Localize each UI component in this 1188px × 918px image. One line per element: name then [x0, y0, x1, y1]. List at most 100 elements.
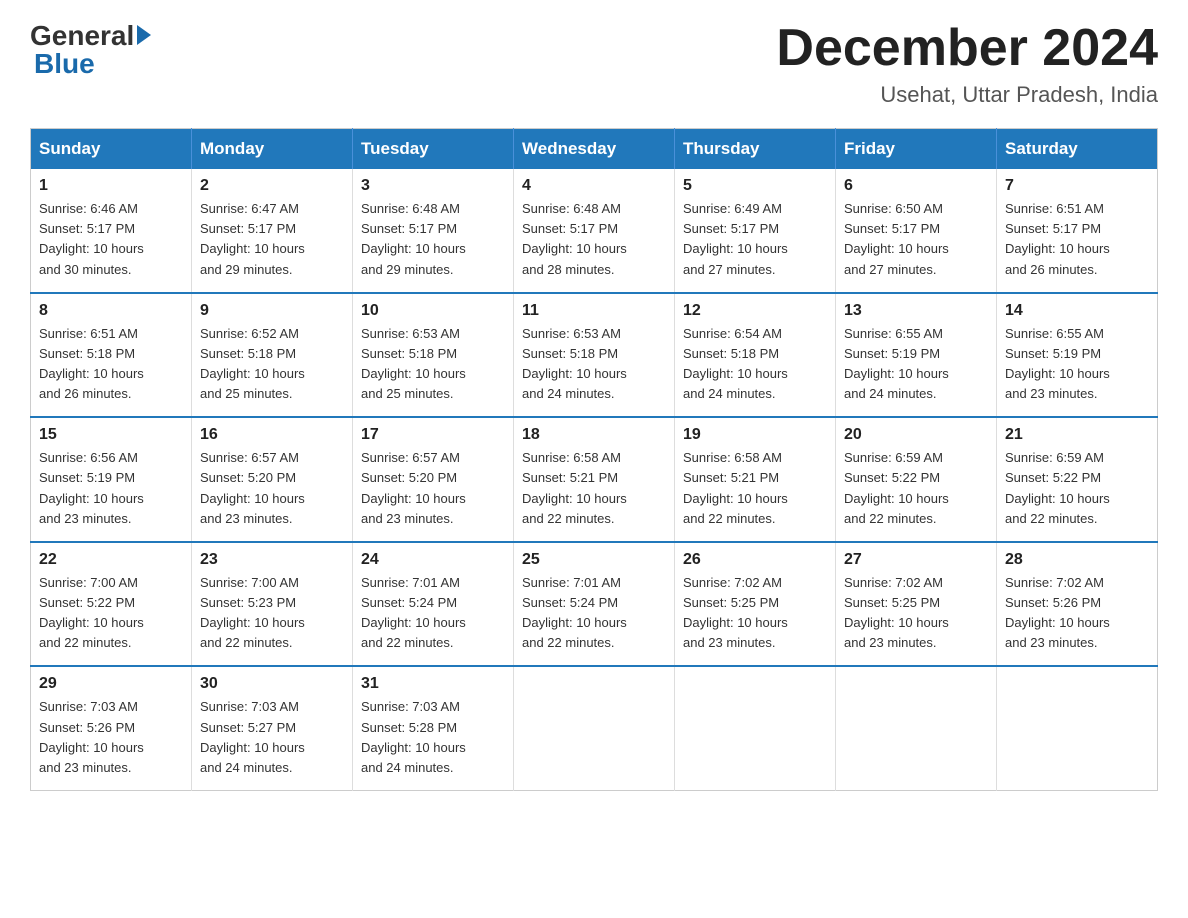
day-number: 30: [200, 675, 344, 693]
day-info: Sunrise: 6:49 AM Sunset: 5:17 PM Dayligh…: [683, 199, 827, 280]
day-info: Sunrise: 7:01 AM Sunset: 5:24 PM Dayligh…: [361, 573, 505, 654]
weekday-header-sunday: Sunday: [31, 129, 192, 170]
day-info: Sunrise: 7:02 AM Sunset: 5:26 PM Dayligh…: [1005, 573, 1149, 654]
day-info: Sunrise: 6:58 AM Sunset: 5:21 PM Dayligh…: [522, 448, 666, 529]
day-info: Sunrise: 6:59 AM Sunset: 5:22 PM Dayligh…: [1005, 448, 1149, 529]
weekday-header-saturday: Saturday: [997, 129, 1158, 170]
day-number: 18: [522, 426, 666, 444]
calendar-cell: 24 Sunrise: 7:01 AM Sunset: 5:24 PM Dayli…: [353, 542, 514, 667]
calendar-cell: 8 Sunrise: 6:51 AM Sunset: 5:18 PM Daylig…: [31, 293, 192, 418]
day-number: 17: [361, 426, 505, 444]
day-number: 26: [683, 551, 827, 569]
calendar-cell: 4 Sunrise: 6:48 AM Sunset: 5:17 PM Daylig…: [514, 169, 675, 293]
calendar-cell: 26 Sunrise: 7:02 AM Sunset: 5:25 PM Dayli…: [675, 542, 836, 667]
day-number: 31: [361, 675, 505, 693]
day-info: Sunrise: 7:02 AM Sunset: 5:25 PM Dayligh…: [844, 573, 988, 654]
day-number: 23: [200, 551, 344, 569]
day-number: 28: [1005, 551, 1149, 569]
day-number: 1: [39, 177, 183, 195]
day-info: Sunrise: 6:54 AM Sunset: 5:18 PM Dayligh…: [683, 324, 827, 405]
day-number: 29: [39, 675, 183, 693]
calendar-cell: 13Sunrise: 6:55 AM Sunset: 5:19 PM Dayli…: [836, 293, 997, 418]
calendar-cell: [836, 666, 997, 790]
calendar-table: SundayMondayTuesdayWednesdayThursdayFrid…: [30, 128, 1158, 791]
weekday-header-friday: Friday: [836, 129, 997, 170]
day-info: Sunrise: 6:53 AM Sunset: 5:18 PM Dayligh…: [522, 324, 666, 405]
calendar-cell: 6 Sunrise: 6:50 AM Sunset: 5:17 PM Daylig…: [836, 169, 997, 293]
calendar-cell: 14Sunrise: 6:55 AM Sunset: 5:19 PM Dayli…: [997, 293, 1158, 418]
calendar-cell: 23 Sunrise: 7:00 AM Sunset: 5:23 PM Dayli…: [192, 542, 353, 667]
calendar-cell: 9Sunrise: 6:52 AM Sunset: 5:18 PM Daylig…: [192, 293, 353, 418]
calendar-cell: 30 Sunrise: 7:03 AM Sunset: 5:27 PM Dayli…: [192, 666, 353, 790]
logo-arrow-icon: [137, 25, 151, 45]
day-number: 11: [522, 302, 666, 320]
day-number: 7: [1005, 177, 1149, 195]
weekday-header-tuesday: Tuesday: [353, 129, 514, 170]
day-number: 15: [39, 426, 183, 444]
day-info: Sunrise: 6:55 AM Sunset: 5:19 PM Dayligh…: [844, 324, 988, 405]
day-number: 4: [522, 177, 666, 195]
calendar-week-row: 22 Sunrise: 7:00 AM Sunset: 5:22 PM Dayli…: [31, 542, 1158, 667]
day-number: 19: [683, 426, 827, 444]
day-number: 16: [200, 426, 344, 444]
logo-blue-text: Blue: [34, 48, 151, 80]
calendar-cell: 3 Sunrise: 6:48 AM Sunset: 5:17 PM Daylig…: [353, 169, 514, 293]
day-number: 10: [361, 302, 505, 320]
calendar-cell: 20Sunrise: 6:59 AM Sunset: 5:22 PM Dayli…: [836, 417, 997, 542]
weekday-header-thursday: Thursday: [675, 129, 836, 170]
day-number: 8: [39, 302, 183, 320]
day-info: Sunrise: 6:52 AM Sunset: 5:18 PM Dayligh…: [200, 324, 344, 405]
title-section: December 2024 Usehat, Uttar Pradesh, Ind…: [776, 20, 1158, 108]
calendar-week-row: 8 Sunrise: 6:51 AM Sunset: 5:18 PM Daylig…: [31, 293, 1158, 418]
day-info: Sunrise: 6:47 AM Sunset: 5:17 PM Dayligh…: [200, 199, 344, 280]
day-number: 24: [361, 551, 505, 569]
logo: General Blue: [30, 20, 151, 80]
day-number: 21: [1005, 426, 1149, 444]
day-info: Sunrise: 6:50 AM Sunset: 5:17 PM Dayligh…: [844, 199, 988, 280]
day-number: 3: [361, 177, 505, 195]
calendar-cell: [514, 666, 675, 790]
page-header: General Blue December 2024 Usehat, Uttar…: [30, 20, 1158, 108]
day-info: Sunrise: 7:03 AM Sunset: 5:26 PM Dayligh…: [39, 697, 183, 778]
day-info: Sunrise: 6:55 AM Sunset: 5:19 PM Dayligh…: [1005, 324, 1149, 405]
weekday-header-wednesday: Wednesday: [514, 129, 675, 170]
location-subtitle: Usehat, Uttar Pradesh, India: [776, 82, 1158, 108]
calendar-cell: 21 Sunrise: 6:59 AM Sunset: 5:22 PM Dayli…: [997, 417, 1158, 542]
day-number: 6: [844, 177, 988, 195]
day-info: Sunrise: 7:00 AM Sunset: 5:22 PM Dayligh…: [39, 573, 183, 654]
calendar-cell: 27Sunrise: 7:02 AM Sunset: 5:25 PM Dayli…: [836, 542, 997, 667]
day-info: Sunrise: 7:03 AM Sunset: 5:27 PM Dayligh…: [200, 697, 344, 778]
day-info: Sunrise: 6:51 AM Sunset: 5:18 PM Dayligh…: [39, 324, 183, 405]
calendar-cell: 2Sunrise: 6:47 AM Sunset: 5:17 PM Daylig…: [192, 169, 353, 293]
month-year-title: December 2024: [776, 20, 1158, 77]
day-info: Sunrise: 6:53 AM Sunset: 5:18 PM Dayligh…: [361, 324, 505, 405]
calendar-cell: 29 Sunrise: 7:03 AM Sunset: 5:26 PM Dayli…: [31, 666, 192, 790]
calendar-week-row: 1 Sunrise: 6:46 AM Sunset: 5:17 PM Daylig…: [31, 169, 1158, 293]
day-info: Sunrise: 6:48 AM Sunset: 5:17 PM Dayligh…: [522, 199, 666, 280]
day-info: Sunrise: 6:48 AM Sunset: 5:17 PM Dayligh…: [361, 199, 505, 280]
day-info: Sunrise: 6:56 AM Sunset: 5:19 PM Dayligh…: [39, 448, 183, 529]
calendar-cell: 12 Sunrise: 6:54 AM Sunset: 5:18 PM Dayli…: [675, 293, 836, 418]
calendar-cell: 7 Sunrise: 6:51 AM Sunset: 5:17 PM Daylig…: [997, 169, 1158, 293]
calendar-cell: 18 Sunrise: 6:58 AM Sunset: 5:21 PM Dayli…: [514, 417, 675, 542]
calendar-week-row: 15 Sunrise: 6:56 AM Sunset: 5:19 PM Dayli…: [31, 417, 1158, 542]
calendar-cell: 25Sunrise: 7:01 AM Sunset: 5:24 PM Dayli…: [514, 542, 675, 667]
calendar-week-row: 29 Sunrise: 7:03 AM Sunset: 5:26 PM Dayli…: [31, 666, 1158, 790]
calendar-cell: 31Sunrise: 7:03 AM Sunset: 5:28 PM Dayli…: [353, 666, 514, 790]
day-number: 12: [683, 302, 827, 320]
calendar-cell: 10 Sunrise: 6:53 AM Sunset: 5:18 PM Dayli…: [353, 293, 514, 418]
calendar-cell: 11 Sunrise: 6:53 AM Sunset: 5:18 PM Dayli…: [514, 293, 675, 418]
day-info: Sunrise: 6:51 AM Sunset: 5:17 PM Dayligh…: [1005, 199, 1149, 280]
calendar-cell: 15 Sunrise: 6:56 AM Sunset: 5:19 PM Dayli…: [31, 417, 192, 542]
calendar-cell: [675, 666, 836, 790]
day-number: 5: [683, 177, 827, 195]
calendar-cell: 17 Sunrise: 6:57 AM Sunset: 5:20 PM Dayli…: [353, 417, 514, 542]
day-info: Sunrise: 7:02 AM Sunset: 5:25 PM Dayligh…: [683, 573, 827, 654]
day-number: 22: [39, 551, 183, 569]
calendar-cell: 28 Sunrise: 7:02 AM Sunset: 5:26 PM Dayli…: [997, 542, 1158, 667]
day-number: 25: [522, 551, 666, 569]
day-info: Sunrise: 6:46 AM Sunset: 5:17 PM Dayligh…: [39, 199, 183, 280]
day-info: Sunrise: 6:57 AM Sunset: 5:20 PM Dayligh…: [361, 448, 505, 529]
day-info: Sunrise: 7:00 AM Sunset: 5:23 PM Dayligh…: [200, 573, 344, 654]
weekday-header-monday: Monday: [192, 129, 353, 170]
